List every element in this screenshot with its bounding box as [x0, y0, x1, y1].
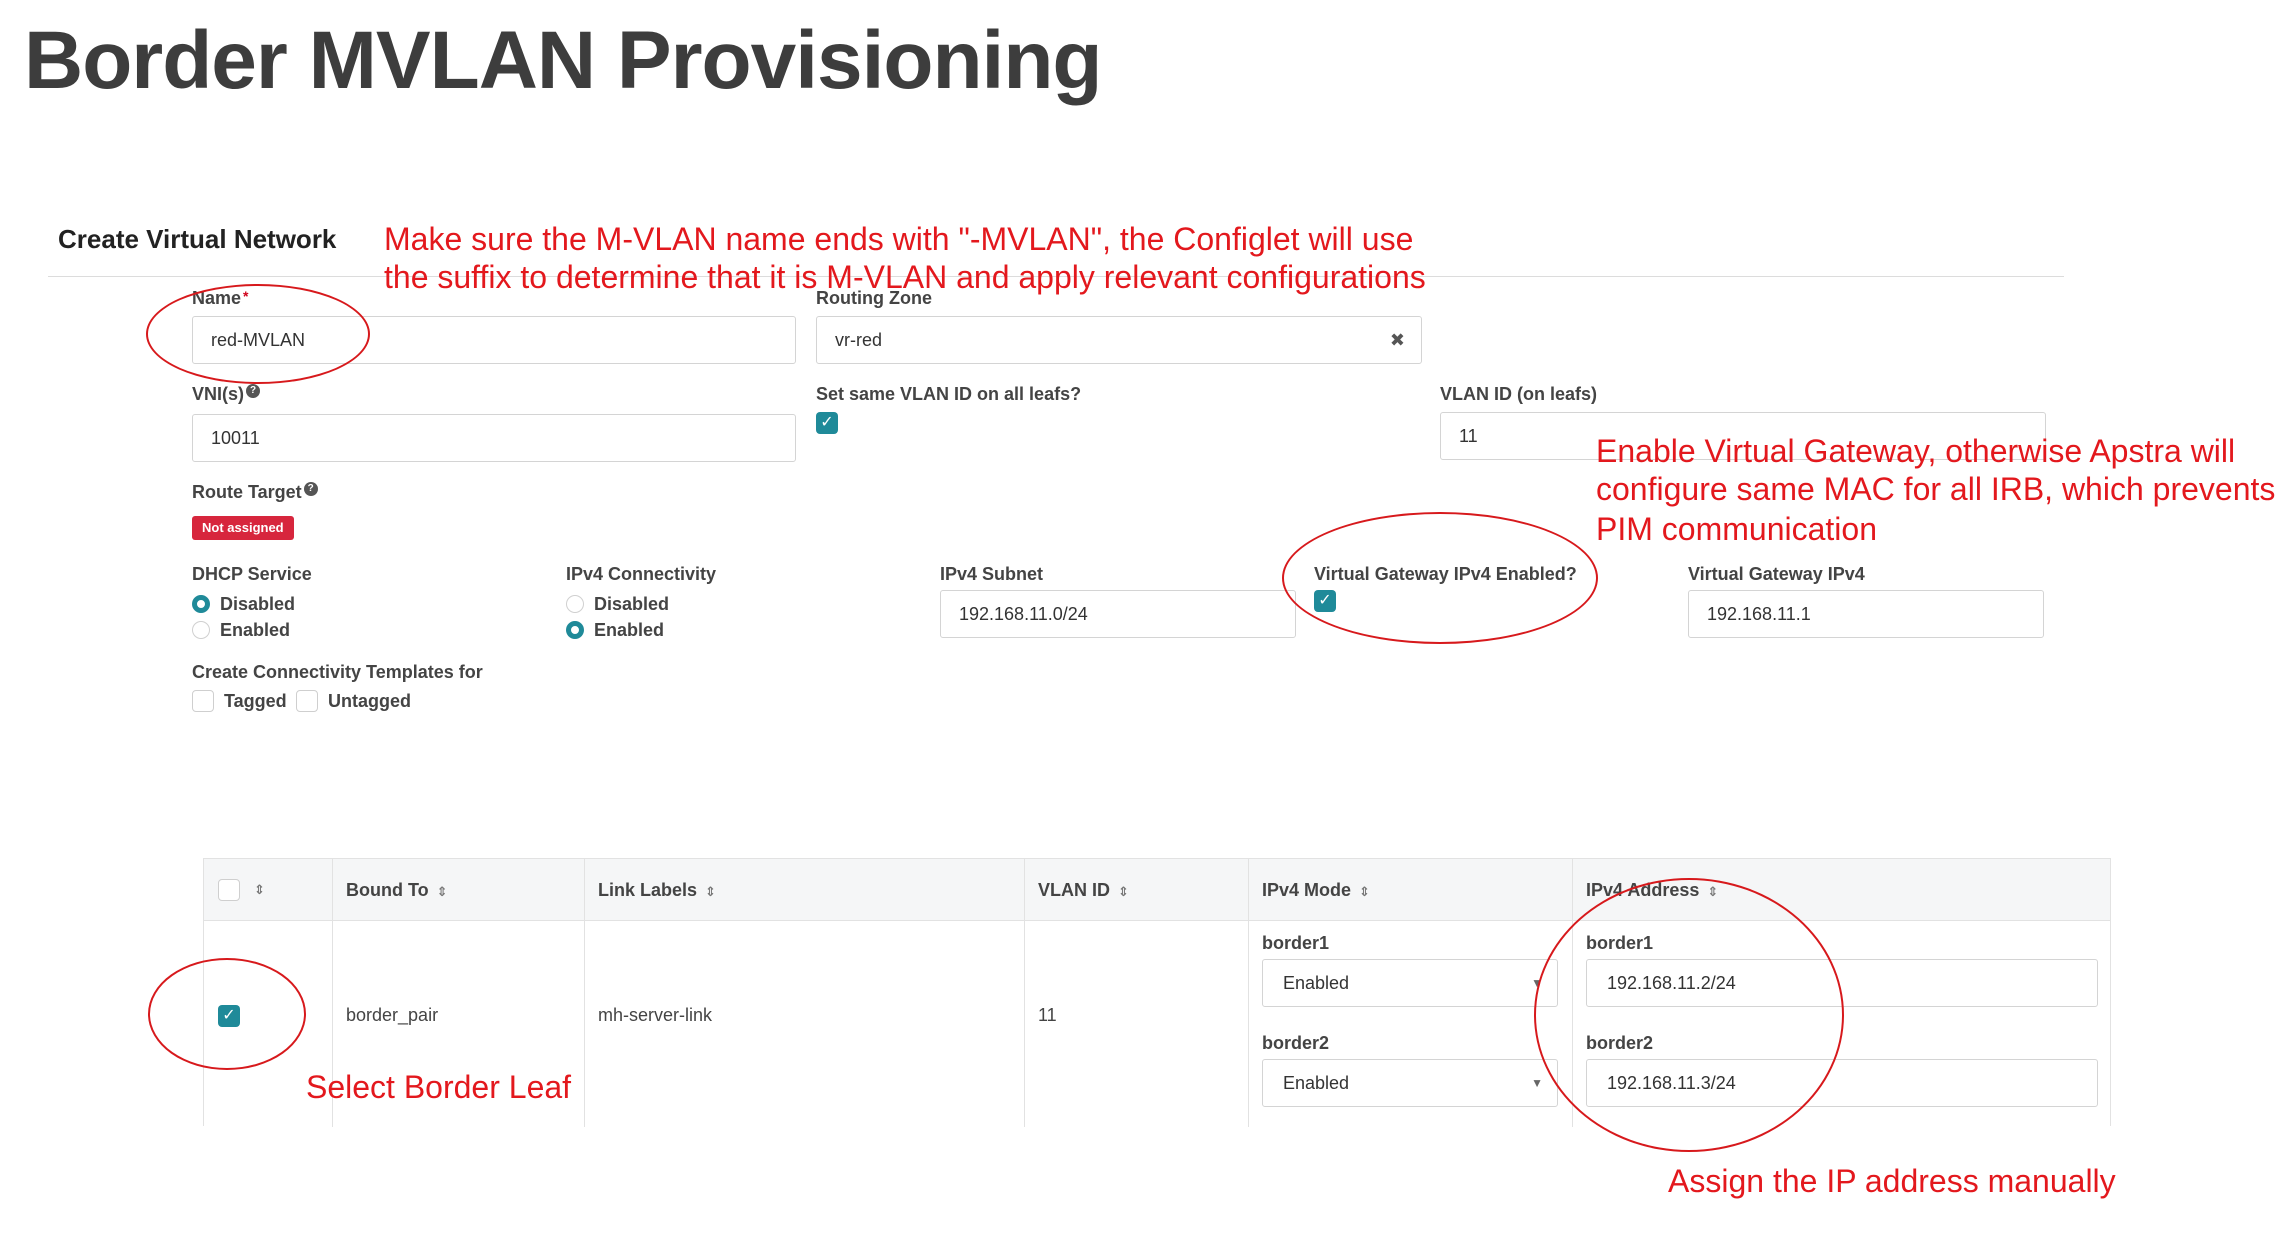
sort-icon[interactable]: ⇕ [1359, 884, 1370, 899]
checkbox-empty-icon [296, 690, 318, 712]
link-labels-cell: mh-server-link [598, 1005, 713, 1025]
col-bound-to-label: Bound To [346, 880, 429, 900]
column-divider [584, 859, 585, 1127]
dhcp-option-disabled[interactable]: Disabled [192, 592, 295, 616]
ct-untagged-checkbox[interactable]: Untagged [296, 690, 411, 712]
annotation-select-leaf: Select Border Leaf [306, 1069, 572, 1105]
vni-label-text: VNI(s) [192, 384, 245, 404]
annotation-mvlan-line1: Make sure the M-VLAN name ends with "-MV… [384, 221, 1414, 257]
ipv4-connectivity-label: IPv4 Connectivity [566, 564, 717, 584]
col-vlan-id-label: VLAN ID [1038, 880, 1110, 900]
routing-zone-select[interactable]: vr-red ✖ [816, 316, 1422, 364]
ipv4-option-label: Disabled [594, 593, 670, 614]
ipv4-option-disabled[interactable]: Disabled [566, 592, 669, 616]
annotation-circle-name [146, 284, 370, 384]
radio-unselected-icon [566, 595, 584, 613]
ipv4-mode-value: Enabled [1283, 973, 1350, 993]
radio-selected-icon [566, 621, 584, 639]
annotation-vgw-line1: Enable Virtual Gateway, otherwise Apstra… [1596, 433, 2236, 469]
ipv4-mode-select[interactable]: Enabled ▼ [1262, 959, 1558, 1007]
annotation-circle-vgw [1282, 512, 1598, 644]
col-bound-to[interactable]: Bound To ⇕ [346, 859, 448, 921]
checkmark-icon: ✓ [820, 414, 834, 431]
help-icon[interactable]: ? [246, 384, 261, 398]
same-vlan-checkbox[interactable]: ✓ [816, 412, 838, 434]
sort-icon[interactable]: ⇕ [254, 859, 265, 921]
ipv4-mode-member-label: border1 [1262, 933, 1330, 953]
ct-label: Create Connectivity Templates for [192, 662, 483, 682]
col-ipv4-mode[interactable]: IPv4 Mode ⇕ [1262, 859, 1370, 921]
routing-zone-value: vr-red [835, 330, 883, 350]
annotation-vgw-line2: configure same MAC for all IRB, which pr… [1596, 471, 2276, 507]
col-link-labels[interactable]: Link Labels ⇕ [598, 859, 716, 921]
dhcp-option-label: Enabled [220, 619, 291, 640]
route-target-status-badge: Not assigned [192, 516, 294, 540]
radio-selected-icon [192, 595, 210, 613]
chevron-down-icon: ▼ [1531, 1076, 1543, 1090]
clear-icon[interactable]: ✖ [1390, 317, 1405, 363]
annotation-mvlan-line2: the suffix to determine that it is M-VLA… [384, 259, 1426, 295]
col-vlan-id[interactable]: VLAN ID ⇕ [1038, 859, 1129, 921]
dhcp-option-label: Disabled [220, 593, 296, 614]
ipv4-mode-member-label: border2 [1262, 1033, 1330, 1053]
dhcp-option-enabled[interactable]: Enabled [192, 618, 290, 642]
ct-tagged-label: Tagged [224, 690, 287, 711]
slide-title: Border MVLAN Provisioning [24, 15, 1103, 106]
ipv4-mode-value: Enabled [1283, 1073, 1350, 1093]
checkbox-empty-icon [192, 690, 214, 712]
vgw-ipv4-label: Virtual Gateway IPv4 [1688, 564, 1865, 584]
same-vlan-label: Set same VLAN ID on all leafs? [816, 384, 1082, 404]
vni-input[interactable]: 10011 [192, 414, 796, 462]
vlan-id-cell: 11 [1038, 1005, 1057, 1025]
form-title: Create Virtual Network [58, 224, 337, 254]
annotation-vgw-line3: PIM communication [1596, 511, 1877, 547]
column-divider [1024, 859, 1025, 1127]
select-all-checkbox[interactable] [218, 879, 240, 901]
ct-tagged-checkbox[interactable]: Tagged [192, 690, 287, 712]
table-header: ⇕ Bound To ⇕ Link Labels ⇕ VLAN ID ⇕ IPv4 M… [204, 859, 2110, 921]
ipv4-subnet-label: IPv4 Subnet [940, 564, 1044, 584]
annotation-circle-ip-address [1534, 878, 1844, 1152]
bound-to-cell: border_pair [346, 1005, 439, 1025]
annotation-assign-ip: Assign the IP address manually [1668, 1163, 2116, 1199]
ipv4-subnet-input[interactable]: 192.168.11.0/24 [940, 590, 1296, 638]
help-icon[interactable]: ? [303, 482, 318, 496]
dhcp-label: DHCP Service [192, 564, 312, 584]
ipv4-option-enabled[interactable]: Enabled [566, 618, 664, 642]
annotation-circle-row-select [148, 958, 306, 1070]
col-link-labels-label: Link Labels [598, 880, 698, 900]
col-ipv4-mode-label: IPv4 Mode [1262, 880, 1352, 900]
sort-icon[interactable]: ⇕ [705, 884, 716, 899]
vlan-id-label: VLAN ID (on leafs) [1440, 384, 1598, 404]
select-all-header[interactable]: ⇕ [218, 859, 265, 921]
sort-icon[interactable]: ⇕ [437, 884, 448, 899]
ct-untagged-label: Untagged [328, 690, 411, 711]
route-target-label: Route Target? [192, 482, 318, 503]
column-divider [1248, 859, 1249, 1127]
ipv4-option-label: Enabled [594, 619, 665, 640]
route-target-label-text: Route Target [192, 482, 302, 502]
ipv4-mode-select[interactable]: Enabled ▼ [1262, 1059, 1558, 1107]
vni-label: VNI(s)? [192, 384, 261, 405]
radio-unselected-icon [192, 621, 210, 639]
sort-icon[interactable]: ⇕ [1118, 884, 1129, 899]
vgw-ipv4-input[interactable]: 192.168.11.1 [1688, 590, 2044, 638]
